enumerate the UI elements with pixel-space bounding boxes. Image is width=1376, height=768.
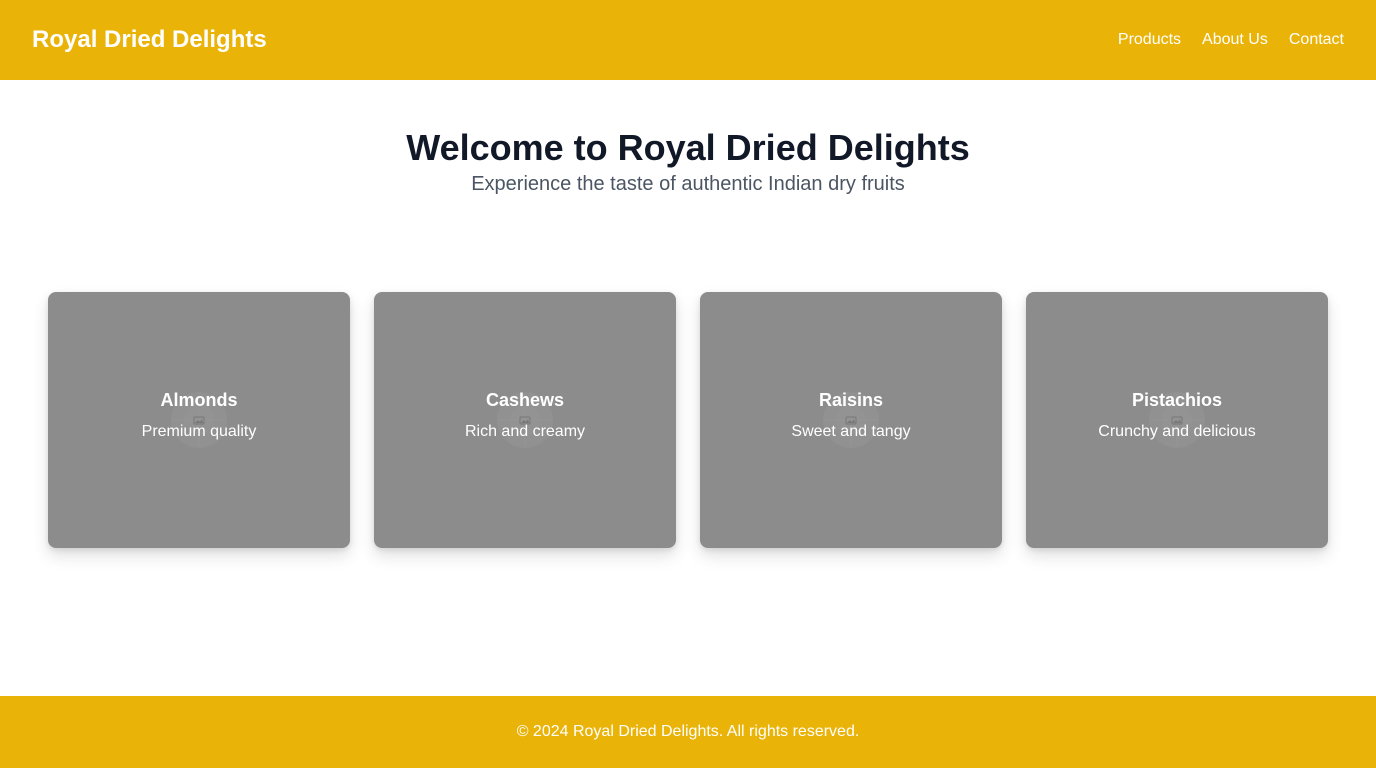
product-card-raisins[interactable]: Raisins Sweet and tangy <box>700 292 1002 548</box>
site-header: Royal Dried Delights Products About Us C… <box>0 0 1376 80</box>
product-description: Sweet and tangy <box>791 423 911 440</box>
hero-subtitle: Experience the taste of authentic Indian… <box>471 173 905 195</box>
product-card-content: Pistachios Crunchy and delicious <box>1026 292 1328 548</box>
product-card-pistachios[interactable]: Pistachios Crunchy and delicious <box>1026 292 1328 548</box>
product-name: Pistachios <box>1131 390 1223 410</box>
product-grid: Almonds Premium quality Cashews Rich and… <box>48 292 1328 548</box>
product-description: Premium quality <box>141 423 257 440</box>
product-description: Crunchy and delicious <box>1098 423 1256 440</box>
product-card-content: Raisins Sweet and tangy <box>700 292 1002 548</box>
site-footer: © 2024 Royal Dried Delights. All rights … <box>0 696 1376 768</box>
product-name: Raisins <box>818 390 884 410</box>
product-name: Almonds <box>160 390 238 410</box>
hero-title: Welcome to Royal Dried Delights <box>406 127 970 168</box>
footer-copyright: © 2024 Royal Dried Delights. All rights … <box>516 723 860 740</box>
hero-section: Welcome to Royal Dried Delights Experien… <box>0 126 1376 197</box>
main-nav: Products About Us Contact <box>1118 31 1344 49</box>
product-card-content: Almonds Premium quality <box>48 292 350 548</box>
product-card-almonds[interactable]: Almonds Premium quality <box>48 292 350 548</box>
product-description: Rich and creamy <box>464 423 586 440</box>
site-brand[interactable]: Royal Dried Delights <box>32 26 267 54</box>
page: Royal Dried Delights Products About Us C… <box>0 0 1376 768</box>
nav-link-contact[interactable]: Contact <box>1289 31 1344 49</box>
product-card-cashews[interactable]: Cashews Rich and creamy <box>374 292 676 548</box>
product-name: Cashews <box>485 390 565 410</box>
nav-link-about-us[interactable]: About Us <box>1202 31 1268 49</box>
product-card-content: Cashews Rich and creamy <box>374 292 676 548</box>
nav-link-products[interactable]: Products <box>1118 31 1181 49</box>
